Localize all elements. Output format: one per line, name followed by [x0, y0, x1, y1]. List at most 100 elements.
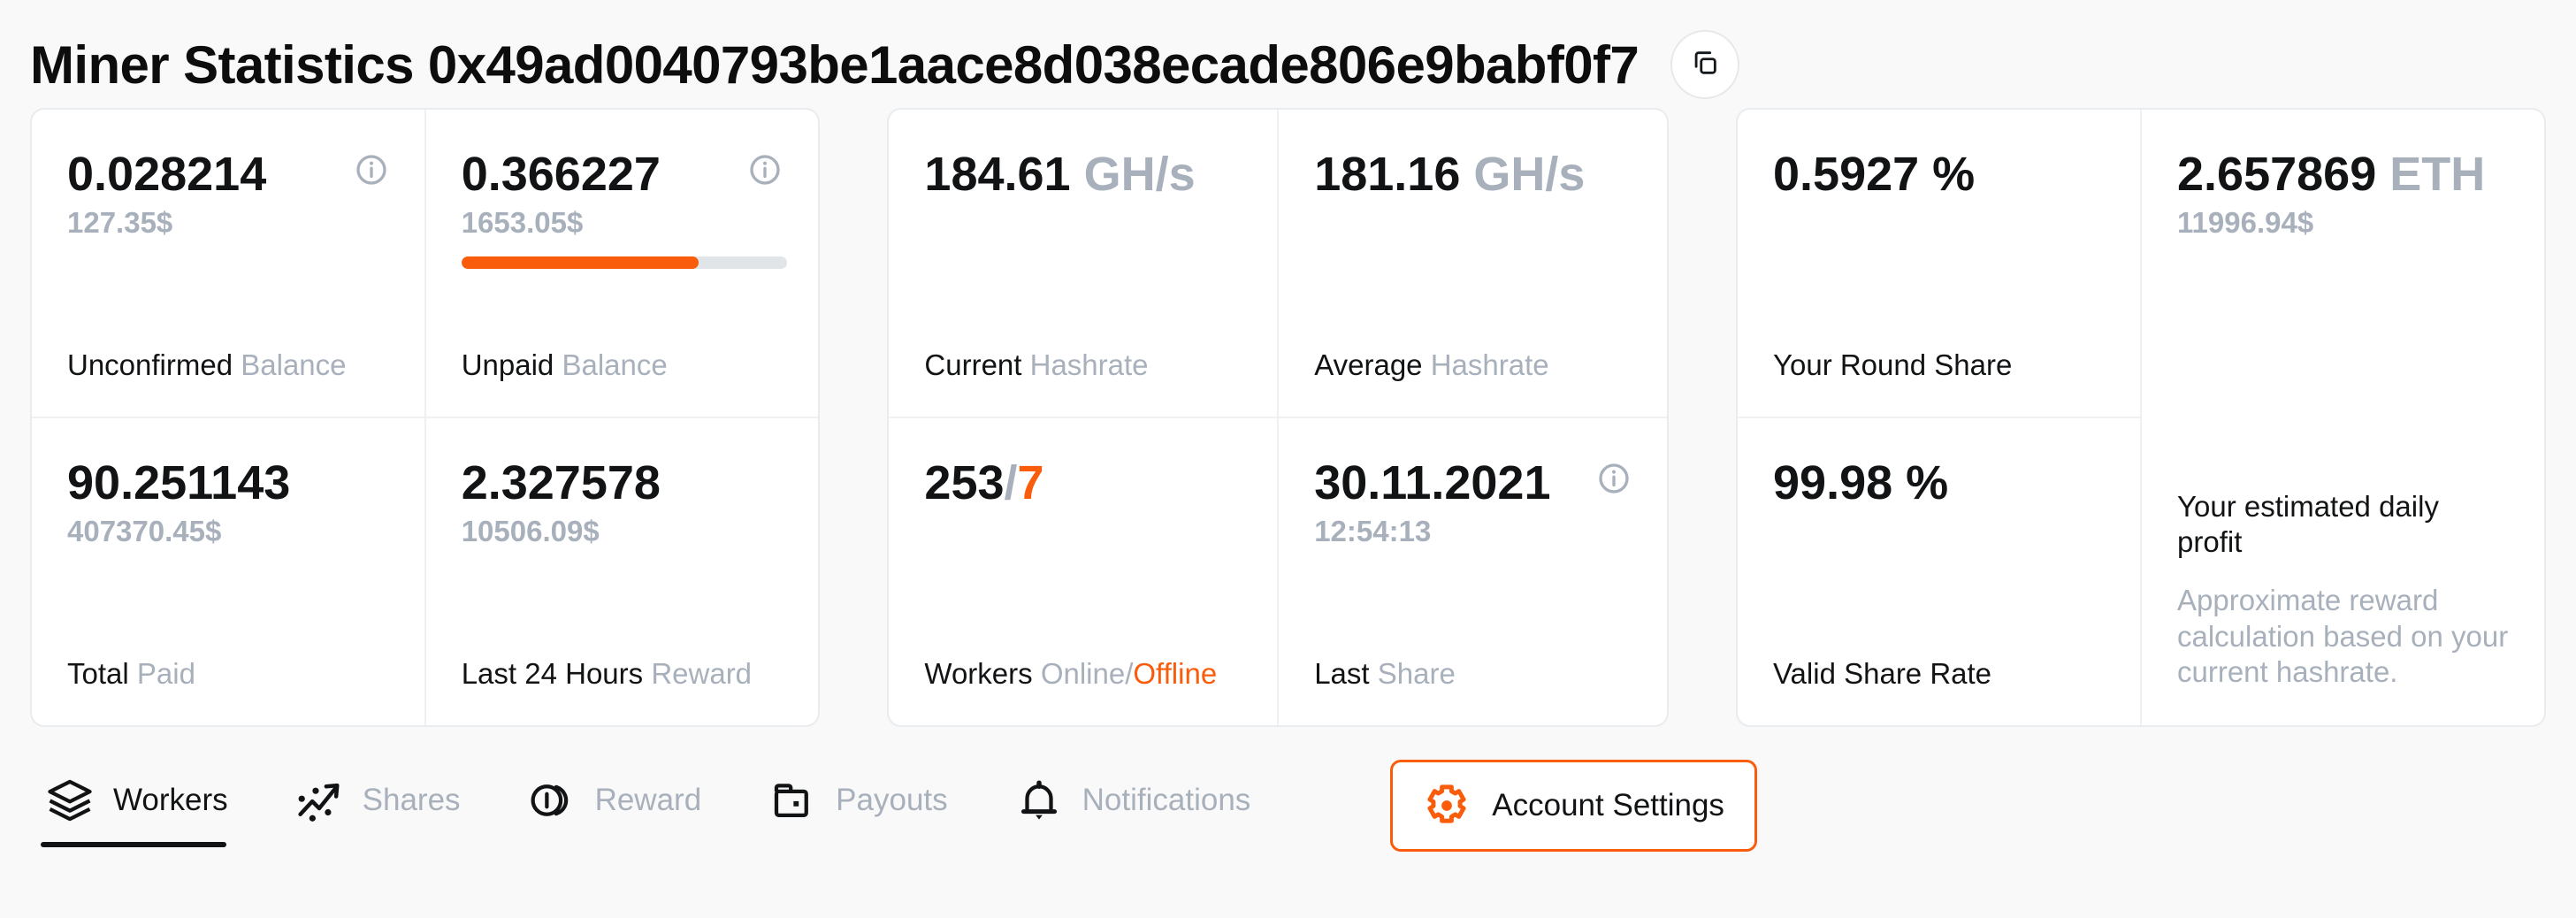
caption-strong: Last — [1314, 657, 1370, 691]
last-share-top: 30.11.2021 — [1314, 459, 1632, 507]
share-right-column: 2.657869 ETH 11996.94$ Your estimated da… — [2140, 110, 2544, 725]
valid-share-rate-cell: 99.98 % Valid Share Rate — [1738, 418, 2140, 725]
caption-strong: Unconfirmed — [67, 348, 233, 382]
caption-strong: Last 24 Hours — [461, 657, 644, 691]
caption-muted: Hashrate — [1029, 348, 1149, 382]
average-hashrate-number: 181.16 — [1314, 148, 1461, 201]
current-hashrate-value: 184.61 GH/s — [924, 150, 1195, 198]
page-title: Miner Statistics 0x49ad0040793be1aace8d0… — [30, 34, 1640, 95]
caption-strong: Workers — [924, 657, 1033, 691]
daily-profit-fiat: 11996.94$ — [2177, 206, 2314, 239]
unpaid-balance-caption: Unpaid Balance — [462, 350, 784, 381]
last-share-date: 30.11.2021 — [1314, 456, 1551, 509]
coins-icon — [528, 776, 576, 824]
unpaid-balance-progress — [461, 256, 787, 269]
unconfirmed-balance-value: 0.028214 — [67, 148, 267, 201]
round-share-value: 0.5927 % — [1773, 148, 1976, 201]
gear-icon — [1423, 782, 1471, 830]
round-share-top: 0.5927 % — [1773, 150, 2105, 198]
total-paid-top: 90.251143 — [67, 459, 389, 507]
last-24h-reward-caption: Last 24 Hours Reward — [462, 659, 784, 690]
bell-icon — [1015, 776, 1063, 824]
unconfirmed-balance-caption: Unconfirmed Balance — [67, 350, 389, 381]
unconfirmed-balance-top: 0.028214 — [67, 150, 389, 198]
caption-strong: Current — [924, 348, 1022, 382]
caption-muted: Hashrate — [1430, 348, 1549, 382]
current-hashrate-number: 184.61 — [924, 148, 1071, 201]
workers-online-count: 253 — [924, 456, 1005, 509]
average-hashrate-top: 181.16 GH/s — [1314, 150, 1632, 198]
valid-share-rate-top: 99.98 % — [1773, 459, 2105, 507]
unpaid-balance-value: 0.366227 — [461, 148, 661, 201]
unpaid-balance-top: 0.366227 — [462, 150, 784, 198]
tab-notifications-label: Notifications — [1082, 783, 1251, 817]
info-icon[interactable] — [1596, 461, 1632, 496]
daily-profit-top: 2.657869 ETH — [2177, 150, 2509, 198]
caption-strong: Average — [1314, 348, 1423, 382]
trending-dots-icon — [295, 776, 343, 824]
tab-notifications[interactable]: Notifications — [1003, 764, 1281, 847]
tab-workers-label: Workers — [113, 783, 228, 817]
caption-strong: Your Round Share — [1773, 348, 2013, 382]
last-share-cell: 30.11.2021 12:54:13 Last Share — [1279, 418, 1667, 725]
daily-profit-note-cell: Your estimated daily profit Approximate … — [2142, 272, 2544, 725]
account-settings-button[interactable]: Account Settings — [1390, 760, 1757, 852]
hashrate-right-column: 181.16 GH/s Average Hashrate 30.11.2021 — [1277, 110, 1667, 725]
last-share-caption: Last Share — [1314, 659, 1632, 690]
balances-card: 0.028214 127.35$ Unconfirmed Balance 90.… — [30, 108, 821, 727]
share-left-column: 0.5927 % Your Round Share 99.98 % Valid … — [1738, 110, 2140, 725]
average-hashrate-cell: 181.16 GH/s Average Hashrate — [1279, 110, 1667, 418]
wallet-icon — [768, 776, 816, 824]
caption-muted: Balance — [562, 348, 668, 382]
info-icon[interactable] — [354, 152, 389, 187]
last-24h-reward-cell: 2.327578 10506.09$ Last 24 Hours Reward — [426, 418, 819, 725]
round-share-cell: 0.5927 % Your Round Share — [1738, 110, 2140, 418]
average-hashrate-unit: GH/s — [1473, 148, 1586, 201]
daily-profit-unit: ETH — [2389, 148, 2486, 201]
caption-strong: Unpaid — [461, 348, 554, 382]
tab-reward[interactable]: Reward — [516, 764, 732, 847]
caption-accent: Offline — [1133, 657, 1218, 691]
daily-profit-value: 2.657869 ETH — [2177, 150, 2485, 198]
page-header: Miner Statistics 0x49ad0040793be1aace8d0… — [0, 0, 2576, 108]
current-hashrate-unit: GH/s — [1083, 148, 1196, 201]
last-24h-reward-fiat: 10506.09$ — [461, 515, 600, 547]
valid-share-rate-caption: Valid Share Rate — [1773, 659, 2105, 690]
tab-payouts-label: Payouts — [836, 783, 948, 817]
total-paid-caption: Total Paid — [67, 659, 389, 690]
caption-muted: Share — [1377, 657, 1456, 691]
copy-icon — [1690, 48, 1720, 82]
round-share-caption: Your Round Share — [1773, 350, 2105, 381]
stats-cards-row: 0.028214 127.35$ Unconfirmed Balance 90.… — [0, 108, 2576, 727]
tab-reward-label: Reward — [594, 783, 702, 817]
tab-shares[interactable]: Shares — [283, 764, 491, 847]
workers-top: 253/7 — [924, 459, 1242, 507]
info-icon[interactable] — [747, 152, 783, 187]
caption-muted: Online — [1040, 657, 1126, 691]
current-hashrate-top: 184.61 GH/s — [924, 150, 1242, 198]
caption-strong: Valid Share Rate — [1773, 657, 1992, 691]
daily-profit-note-body: Approximate reward calculation based on … — [2177, 584, 2509, 688]
valid-share-rate-value: 99.98 % — [1773, 456, 1949, 509]
current-hashrate-caption: Current Hashrate — [924, 350, 1242, 381]
workers-caption: Workers Online/Offline — [924, 659, 1242, 690]
workers-value: 253/7 — [924, 459, 1043, 507]
total-paid-value: 90.251143 — [67, 456, 291, 509]
unpaid-balance-progress-fill — [461, 256, 699, 269]
tab-bar: Workers Shares Reward Payouts Notificati… — [0, 727, 2576, 868]
daily-profit-cell: 2.657869 ETH 11996.94$ — [2142, 110, 2544, 272]
account-settings-label: Account Settings — [1492, 788, 1724, 822]
unconfirmed-balance-fiat: 127.35$ — [67, 206, 173, 239]
hashrate-card: 184.61 GH/s Current Hashrate 253/7 Worke… — [887, 108, 1669, 727]
hashrate-left-column: 184.61 GH/s Current Hashrate 253/7 Worke… — [889, 110, 1278, 725]
workers-separator: / — [1004, 456, 1018, 509]
copy-address-button[interactable] — [1670, 30, 1740, 99]
total-paid-fiat: 407370.45$ — [67, 515, 222, 547]
tab-payouts[interactable]: Payouts — [756, 764, 977, 847]
tab-shares-label: Shares — [362, 783, 461, 817]
tab-workers[interactable]: Workers — [34, 764, 258, 847]
unpaid-balance-cell: 0.366227 1653.05$ Unpaid Balance — [425, 110, 819, 418]
total-paid-cell: 90.251143 407370.45$ Total Paid — [32, 418, 424, 725]
unpaid-balance-fiat: 1653.05$ — [461, 206, 584, 239]
workers-offline-count: 7 — [1017, 456, 1044, 509]
